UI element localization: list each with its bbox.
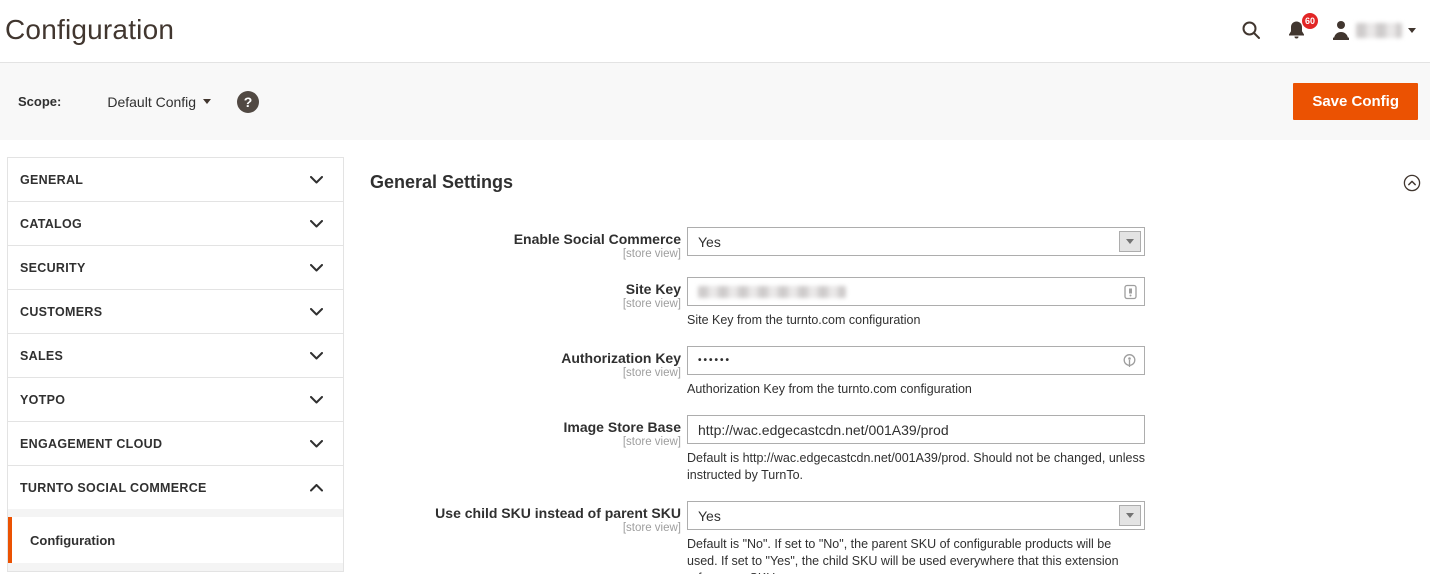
notifications-bell-icon[interactable]: 60 — [1287, 13, 1318, 40]
sidebar-item-catalog[interactable]: CATALOG — [7, 201, 344, 245]
scope-switcher[interactable]: Default Config — [107, 93, 212, 110]
collapse-section-icon[interactable] — [1403, 174, 1421, 192]
enable-social-commerce-select[interactable]: Yes — [687, 227, 1145, 256]
chevron-down-icon — [310, 347, 323, 365]
field-image-store-base: Image Store Base [store view] http://wac… — [370, 415, 1421, 484]
site-key-input[interactable] — [687, 277, 1145, 306]
sidebar-item-security[interactable]: SECURITY — [7, 245, 344, 289]
chevron-down-icon — [1408, 27, 1416, 33]
field-use-child-sku: Use child SKU instead of parent SKU [sto… — [370, 501, 1421, 574]
search-icon[interactable] — [1241, 20, 1261, 40]
input-value: http://wac.edgecastcdn.net/001A39/prod — [698, 421, 949, 438]
sidebar-item-label: CATALOG — [20, 216, 83, 231]
page-title: Configuration — [5, 14, 175, 45]
sidebar-item-label: SALES — [20, 348, 64, 363]
field-label: Use child SKU instead of parent SKU — [435, 505, 681, 521]
sidebar-item-turnto-social-commerce[interactable]: TURNTO SOCIAL COMMERCE — [7, 465, 344, 509]
section-head: General Settings — [370, 172, 1421, 193]
field-label: Authorization Key — [561, 350, 681, 366]
password-dots: •••••• — [698, 355, 732, 366]
field-comment: Authorization Key from the turnto.com co… — [687, 382, 972, 396]
settings-fields: Enable Social Commerce [store view] Yes … — [370, 227, 1421, 574]
help-icon[interactable]: ? — [237, 90, 260, 113]
user-avatar-icon — [1332, 20, 1350, 40]
field-scope-hint: [store view] — [622, 367, 681, 379]
scope-label: Scope: — [18, 94, 62, 109]
chevron-down-icon — [310, 303, 323, 321]
field-enable-social-commerce: Enable Social Commerce [store view] Yes — [370, 227, 1421, 260]
field-label: Enable Social Commerce — [513, 231, 681, 247]
sidebar-item-label: TURNTO SOCIAL COMMERCE — [20, 480, 207, 495]
field-comment: Default is "No". If set to "No", the par… — [687, 537, 1119, 574]
field-label: Site Key — [625, 281, 681, 297]
field-authorization-key: Authorization Key [store view] •••••• Au… — [370, 346, 1421, 398]
field-label: Image Store Base — [563, 419, 682, 435]
header-actions: 60 — [1241, 13, 1416, 40]
image-store-base-input[interactable]: http://wac.edgecastcdn.net/001A39/prod — [687, 415, 1145, 444]
field-scope-hint: [store view] — [622, 248, 681, 260]
scope-value: Default Config — [107, 93, 197, 110]
page-actions-bar: Scope: Default Config ? Save Config — [0, 62, 1430, 140]
sidebar-item-label: ENGAGEMENT CLOUD — [20, 436, 163, 451]
sidebar-next-section-strip — [7, 563, 344, 572]
sidebar-item-label: YOTPO — [20, 392, 66, 407]
chevron-down-icon — [310, 215, 323, 233]
use-child-sku-select[interactable]: Yes — [687, 501, 1145, 530]
field-scope-hint: [store view] — [622, 298, 681, 310]
field-scope-hint: [store view] — [622, 522, 681, 534]
site-key-redacted-value — [698, 285, 846, 298]
sidebar-item-sales[interactable]: SALES — [7, 333, 344, 377]
field-comment: Site Key from the turnto.com configurati… — [687, 313, 921, 327]
sidebar-subitem-configuration[interactable]: Configuration — [8, 517, 343, 563]
save-config-button[interactable]: Save Config — [1293, 83, 1418, 120]
chevron-down-icon — [310, 435, 323, 453]
scope-area: Scope: Default Config ? — [18, 90, 260, 113]
config-main: General Settings Enable Social Commerce … — [370, 157, 1430, 574]
turnto-submenu: Configuration — [7, 509, 344, 563]
select-value: Yes — [698, 233, 721, 250]
sidebar-item-label: SECURITY — [20, 260, 86, 275]
select-arrow — [1119, 231, 1141, 252]
field-site-key: Site Key [store view] Site Key from the … — [370, 277, 1421, 329]
chevron-up-icon — [310, 479, 323, 497]
field-scope-hint: [store view] — [622, 436, 681, 448]
sidebar-item-label: CUSTOMERS — [20, 304, 103, 319]
chevron-down-icon — [310, 259, 323, 277]
select-value: Yes — [698, 507, 721, 524]
authorization-key-input[interactable]: •••••• — [687, 346, 1145, 375]
key-icon[interactable] — [1122, 353, 1137, 368]
content: GENERAL CATALOG SECURITY CUSTOMERS SALES… — [0, 157, 1430, 574]
sidebar-item-general[interactable]: GENERAL — [7, 157, 344, 201]
sidebar-item-customers[interactable]: CUSTOMERS — [7, 289, 344, 333]
sidebar-item-label: GENERAL — [20, 172, 84, 187]
password-manager-icon[interactable] — [1124, 284, 1137, 299]
chevron-down-icon — [310, 391, 323, 409]
sidebar-item-yotpo[interactable]: YOTPO — [7, 377, 344, 421]
config-nav: GENERAL CATALOG SECURITY CUSTOMERS SALES… — [7, 157, 344, 572]
chevron-down-icon — [310, 171, 323, 189]
field-comment: Default is http://wac.edgecastcdn.net/00… — [687, 451, 1145, 482]
section-title: General Settings — [370, 172, 514, 192]
notifications-count-badge: 60 — [1301, 13, 1318, 29]
user-menu[interactable] — [1332, 20, 1416, 40]
page-header: Configuration 60 — [0, 0, 1430, 62]
chevron-down-icon — [203, 99, 212, 104]
sidebar-item-engagement-cloud[interactable]: ENGAGEMENT CLOUD — [7, 421, 344, 465]
select-arrow — [1119, 505, 1141, 526]
user-name-redacted — [1356, 22, 1402, 38]
